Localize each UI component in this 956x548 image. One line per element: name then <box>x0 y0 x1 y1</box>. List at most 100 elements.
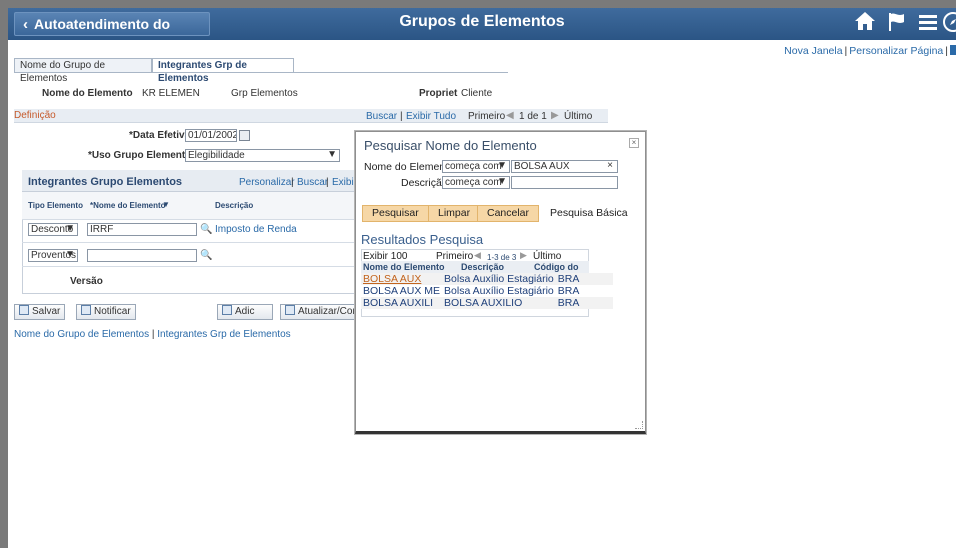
modal-field2-operator-value: começa com <box>445 177 502 188</box>
modal-field1-input[interactable]: BOLSA AUX × <box>511 160 618 173</box>
add-button[interactable]: Adic <box>217 304 273 320</box>
col-element-name[interactable]: *Nome do Elemento <box>90 201 166 210</box>
owner-value: Cliente <box>461 88 493 99</box>
col-element-type: Tipo Elemento <box>28 201 83 210</box>
row-separator <box>22 242 358 243</box>
menu-icon[interactable] <box>915 11 941 37</box>
results-table: BOLSA AUX Bolsa Auxílio Estagiário BRA B… <box>361 273 613 309</box>
sort-icon: ▼ <box>162 200 170 209</box>
result-country[interactable]: BRA <box>555 285 613 297</box>
notify-icon <box>81 305 91 315</box>
home-icon[interactable] <box>852 11 878 37</box>
prev-icon[interactable]: ◀ <box>474 250 481 261</box>
compass-icon[interactable] <box>940 11 956 37</box>
group-label: Grp Elementos <box>231 88 298 99</box>
clear-button[interactable]: Limpar <box>428 205 481 222</box>
back-button[interactable]: ‹ Autoatendimento do Gerente <box>14 12 210 55</box>
modal-field1-label: Nome do Elemento <box>364 161 454 173</box>
effdt-label: *Data Efetiva <box>129 130 191 141</box>
row1-type-select[interactable]: Desconto ▼ <box>28 223 78 236</box>
chevron-down-icon: ▼ <box>327 149 337 160</box>
clear-icon[interactable]: × <box>607 161 613 171</box>
usage-select-value: Elegibilidade <box>188 150 245 161</box>
row-separator <box>22 266 358 267</box>
usage-select[interactable]: Elegibilidade ▼ <box>185 149 340 162</box>
tab-divider <box>14 72 508 73</box>
bottom-link-group-members[interactable]: Integrantes Grp de Elementos <box>157 329 290 340</box>
lookup-icon[interactable]: 🔍 <box>200 224 212 235</box>
result-description[interactable]: BOLSA AUXILIO <box>442 297 556 309</box>
version-label: Versão <box>70 276 103 287</box>
grid-view-all-link[interactable]: Exibi <box>332 177 354 188</box>
top-navigation: Nova Janela | Personalizar Página | <box>784 45 956 57</box>
bottom-link-group-name[interactable]: Nome do Grupo de Elementos <box>14 329 149 340</box>
modal-field2-input[interactable] <box>511 176 618 189</box>
table-row[interactable]: BOLSA AUX ME Bolsa Auxílio Estagiário BR… <box>361 285 613 297</box>
element-name-value: KR ELEMEN <box>142 88 200 99</box>
chevron-down-icon: ▼ <box>497 160 507 171</box>
tab-group-name[interactable]: Nome do Grupo de Elementos <box>14 58 152 84</box>
chevron-down-icon: ▼ <box>65 249 75 260</box>
result-name[interactable]: BOLSA AUX ME <box>361 285 443 297</box>
modal-field1-value: BOLSA AUX <box>514 161 570 172</box>
usage-label: *Uso Grupo Elementos <box>88 150 197 161</box>
res-col-description: Descrição <box>461 262 505 272</box>
owner-label: Propriet <box>419 88 458 99</box>
row2-type-select[interactable]: Proventos ▼ <box>28 249 78 262</box>
cancel-button[interactable]: Cancelar <box>477 205 540 222</box>
effdt-input[interactable]: 01/01/2002 <box>185 129 237 142</box>
table-row[interactable]: BOLSA AUXILI BOLSA AUXILIO BRA <box>361 297 613 309</box>
row1-description-link[interactable]: Imposto de Renda <box>215 224 297 235</box>
resize-handle[interactable] <box>635 421 643 429</box>
col-description: Descrição <box>215 201 254 210</box>
row1-name-input[interactable]: IRRF <box>87 223 197 236</box>
bottom-links: Nome do Grupo de Elementos | Integrantes… <box>14 329 291 340</box>
definition-last-label: Último <box>564 111 593 122</box>
res-col-name: Nome do Elemento <box>363 262 445 272</box>
notify-button[interactable]: Notificar <box>76 304 136 320</box>
update-display-button[interactable]: Atualizar/Con <box>280 304 355 320</box>
modal-field1-operator[interactable]: começa com ▼ <box>442 160 510 173</box>
search-modal: Pesquisar Nome do Elemento × Nome do Ele… <box>355 131 646 434</box>
chevron-left-icon: ‹ <box>23 16 28 33</box>
flag-icon[interactable] <box>884 11 910 37</box>
tab-group-members[interactable]: Integrantes Grp de Elementos <box>152 58 294 84</box>
results-title: Resultados Pesquisa <box>361 232 484 247</box>
calendar-icon[interactable] <box>239 130 250 141</box>
modal-field2-label: Descrição <box>401 177 448 189</box>
modal-field2-operator[interactable]: começa com ▼ <box>442 176 510 189</box>
result-description[interactable]: Bolsa Auxílio Estagiário <box>442 273 556 285</box>
basic-search-link[interactable]: Pesquisa Básica <box>550 207 628 219</box>
banner: ‹ Autoatendimento do Gerente Grupos de El… <box>8 8 956 55</box>
results-header: Nome do Elemento Descrição Código do Paí… <box>361 261 589 282</box>
update-icon <box>285 305 295 315</box>
next-icon[interactable]: ▶ <box>520 250 527 261</box>
result-country[interactable]: BRA <box>555 297 613 309</box>
prev-icon[interactable]: ◀ <box>506 110 514 121</box>
new-window-link[interactable]: Nova Janela <box>784 45 842 57</box>
modal-title: Pesquisar Nome do Elemento <box>364 138 537 153</box>
lookup-icon[interactable]: 🔍 <box>200 250 212 261</box>
help-icon[interactable] <box>950 45 956 55</box>
grid-personalize-link[interactable]: Personalizar <box>239 177 295 188</box>
close-icon[interactable]: × <box>629 138 639 148</box>
add-icon <box>222 305 232 315</box>
save-icon <box>19 305 29 315</box>
result-description[interactable]: Bolsa Auxílio Estagiário <box>442 285 556 297</box>
search-button[interactable]: Pesquisar <box>362 205 429 222</box>
save-button[interactable]: Salvar <box>14 304 66 320</box>
next-icon[interactable]: ▶ <box>551 110 559 121</box>
result-name[interactable]: BOLSA AUX <box>361 273 443 285</box>
definition-find-link[interactable]: Buscar <box>366 111 397 122</box>
element-name-label: Nome do Elemento <box>42 88 133 99</box>
personalize-page-link[interactable]: Personalizar Página <box>849 45 943 57</box>
result-country[interactable]: BRA <box>555 273 613 285</box>
chevron-down-icon: ▼ <box>65 223 75 234</box>
result-name[interactable]: BOLSA AUXILI <box>361 297 443 309</box>
definition-view-all-link[interactable]: Exibir Tudo <box>406 111 456 122</box>
table-row[interactable]: BOLSA AUX Bolsa Auxílio Estagiário BRA <box>361 273 613 285</box>
definition-range: 1 de 1 <box>519 111 547 122</box>
app-frame: ‹ Autoatendimento do Gerente Grupos de El… <box>8 8 956 548</box>
row2-name-input[interactable] <box>87 249 197 262</box>
grid-find-link[interactable]: Buscar <box>297 177 328 188</box>
